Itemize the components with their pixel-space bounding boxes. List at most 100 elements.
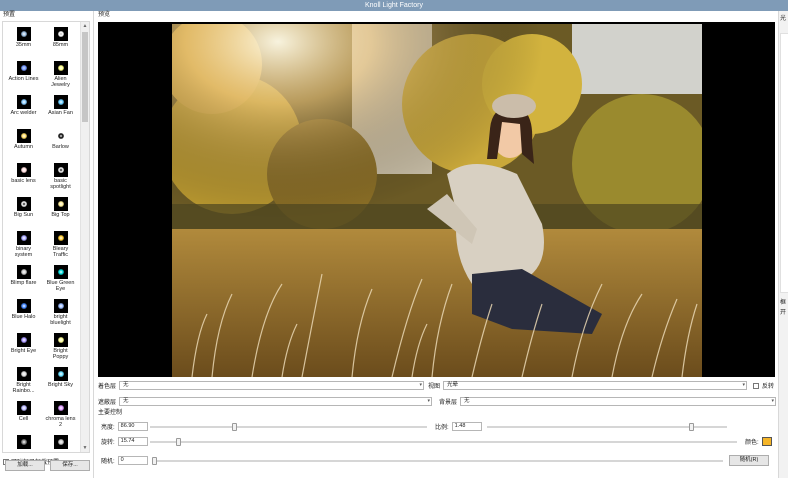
preset-item-label: Bright Rainbo... xyxy=(12,382,35,394)
preset-item-label: Big Top xyxy=(51,212,70,218)
preset-item[interactable]: Blue Green Eye xyxy=(42,264,79,298)
rotation-slider[interactable] xyxy=(150,438,737,446)
preset-item[interactable]: Big Top xyxy=(42,196,79,230)
reverse-checkbox[interactable] xyxy=(753,382,759,389)
brightness-row: 亮度: 86.90 xyxy=(101,422,148,431)
preset-item[interactable]: Alien Jewelry xyxy=(42,60,79,94)
flare-thumbnail-icon xyxy=(53,435,68,449)
brightness-slider[interactable] xyxy=(150,423,427,431)
preset-item[interactable]: Blue Halo xyxy=(5,298,42,332)
chevron-down-icon: ▾ xyxy=(771,398,775,404)
preset-item-label: Cell xyxy=(18,416,29,422)
flare-thumbnail-icon xyxy=(16,231,31,245)
preset-item-label: Bright Eye xyxy=(10,348,37,354)
preset-item-label: Bleary Traffic xyxy=(52,246,69,258)
preview-canvas[interactable] xyxy=(98,22,775,377)
flare-thumbnail-icon xyxy=(53,27,68,41)
random-slider[interactable] xyxy=(152,457,723,465)
right-panel-label-1: 光 xyxy=(780,16,787,22)
flare-thumbnail-icon xyxy=(16,163,31,177)
rotation-slider-handle[interactable] xyxy=(175,438,181,446)
random-input[interactable]: 0 xyxy=(117,456,148,465)
flare-thumbnail-icon xyxy=(53,163,68,177)
flare-thumbnail-icon xyxy=(16,197,31,211)
preview-image[interactable] xyxy=(172,24,702,377)
flare-thumbnail-icon xyxy=(53,61,68,75)
preset-item[interactable]: Bright Sky xyxy=(42,366,79,400)
preset-scrollbar[interactable]: ▲ ▼ xyxy=(80,22,89,452)
right-panel: 光 框 开 xyxy=(778,11,788,478)
view-row: 视图 光晕 ▾ xyxy=(428,381,748,390)
save-preset-button[interactable]: 保存... xyxy=(50,460,90,471)
preset-item[interactable]: Cell xyxy=(5,400,42,434)
preset-item-label: Autumn xyxy=(14,144,33,150)
random-row: 随机: 0 xyxy=(101,456,148,465)
occlusion-select[interactable]: 无 ▾ xyxy=(119,397,433,406)
preset-item[interactable]: Action Lines xyxy=(5,60,42,94)
flare-thumbnail-icon xyxy=(53,401,68,415)
color-gel-select[interactable]: 无 ▾ xyxy=(119,381,425,390)
scale-slider-handle[interactable] xyxy=(689,423,695,431)
scrollbar-thumb[interactable] xyxy=(82,32,88,122)
preset-item[interactable] xyxy=(42,434,79,452)
preset-item-label: Big Sun xyxy=(13,212,34,218)
chevron-down-icon: ▾ xyxy=(742,382,746,388)
color-swatch[interactable] xyxy=(761,437,772,446)
flare-thumbnail-icon xyxy=(16,435,31,449)
brightness-input[interactable]: 86.90 xyxy=(117,422,148,431)
occlusion-value: 无 xyxy=(123,398,129,404)
preset-item[interactable]: basic lens xyxy=(5,162,42,196)
flare-thumbnail-icon xyxy=(53,299,68,313)
preset-item[interactable]: Autumn xyxy=(5,128,42,162)
scale-slider[interactable] xyxy=(487,423,727,431)
random-slider-handle[interactable] xyxy=(152,457,157,465)
flare-thumbnail-icon xyxy=(53,197,68,211)
preset-item[interactable]: Bright Rainbo... xyxy=(5,366,42,400)
preset-item[interactable]: Blimp flare xyxy=(5,264,42,298)
preset-item[interactable]: Barlow xyxy=(42,128,79,162)
chevron-down-icon: ▾ xyxy=(419,382,423,388)
scale-input[interactable]: 1.48 xyxy=(451,422,482,431)
view-select[interactable]: 光晕 ▾ xyxy=(443,381,748,390)
flare-thumbnail-icon xyxy=(53,231,68,245)
presets-panel: 预置 35mm 85mm Action Lines Alien Jewelry Arc … xyxy=(0,11,94,478)
brightness-label: 亮度: xyxy=(101,425,115,431)
preset-item[interactable]: Big Sun xyxy=(5,196,42,230)
reverse-option[interactable]: 反转 xyxy=(753,381,774,390)
preset-item[interactable]: 85mm xyxy=(42,26,79,60)
preset-item[interactable]: basic spotlight xyxy=(42,162,79,196)
load-preset-button[interactable]: 加载... xyxy=(5,460,45,471)
preset-item-label: Alien Jewelry xyxy=(51,76,70,88)
randomize-button[interactable]: 随机(R) xyxy=(729,455,769,466)
preset-item[interactable]: Bright Eye xyxy=(5,332,42,366)
preset-item-label: Asian Fan xyxy=(48,110,73,116)
scroll-down-icon[interactable]: ▼ xyxy=(81,444,89,452)
preset-item[interactable]: Bright Poppy xyxy=(42,332,79,366)
preset-item[interactable] xyxy=(5,434,42,452)
preset-item-label: Bright Poppy xyxy=(52,348,69,360)
background-label: 背景层 xyxy=(439,400,458,406)
background-row: 背景层 无 ▾ xyxy=(439,397,777,406)
preset-item[interactable]: Bleary Traffic xyxy=(42,230,79,264)
scroll-up-icon[interactable]: ▲ xyxy=(81,22,89,30)
presets-title: 预置 xyxy=(3,12,16,18)
chevron-down-icon: ▾ xyxy=(427,398,431,404)
preset-item[interactable]: bright bluelight xyxy=(42,298,79,332)
color-gel-value: 无 xyxy=(123,382,129,388)
rotation-input[interactable]: 15.74 xyxy=(117,437,148,446)
preset-item[interactable]: binary system xyxy=(5,230,42,264)
main-controls-group-title: 主要控制 xyxy=(98,410,123,416)
random-label: 随机: xyxy=(101,459,115,465)
right-panel-list[interactable] xyxy=(780,33,788,293)
background-select[interactable]: 无 ▾ xyxy=(460,397,777,406)
preset-list[interactable]: 35mm 85mm Action Lines Alien Jewelry Arc wel… xyxy=(2,21,90,453)
right-panel-label-3: 开 xyxy=(780,310,787,316)
view-value: 光晕 xyxy=(447,382,459,388)
preset-item[interactable]: Arc welder xyxy=(5,94,42,128)
brightness-slider-handle[interactable] xyxy=(231,423,237,431)
window-title-bar: Knoll Light Factory xyxy=(0,0,788,11)
flare-thumbnail-icon xyxy=(16,27,31,41)
preset-item[interactable]: 35mm xyxy=(5,26,42,60)
preset-item[interactable]: chroma lens 2 xyxy=(42,400,79,434)
preset-item[interactable]: Asian Fan xyxy=(42,94,79,128)
